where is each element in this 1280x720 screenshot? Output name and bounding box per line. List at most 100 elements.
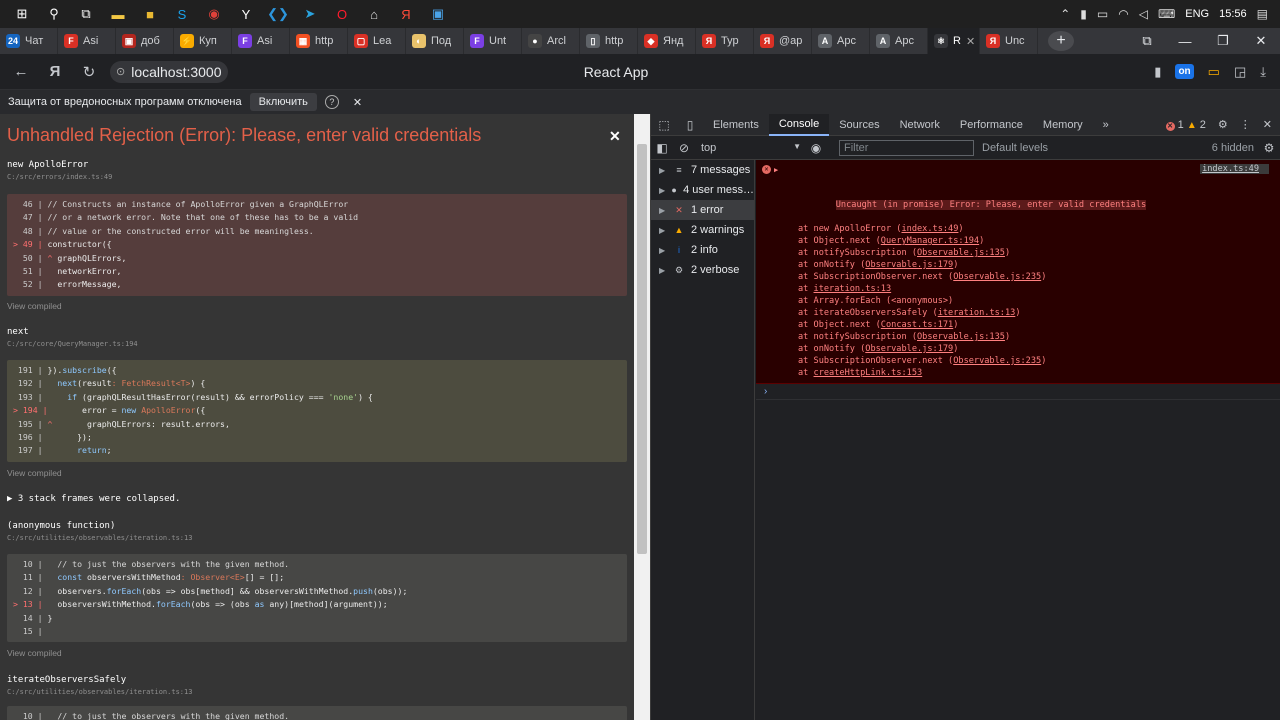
expand-arrow-icon[interactable]: ▶ <box>659 186 665 195</box>
stack-source-link[interactable]: Observable.js:179 <box>865 260 953 270</box>
expand-triangle-icon[interactable]: ▶ <box>774 164 778 176</box>
battery-icon[interactable]: ▭ <box>1097 7 1108 21</box>
expand-arrow-icon[interactable]: ▶ <box>659 246 667 255</box>
yandex-home-icon[interactable]: Я <box>42 59 68 85</box>
windows-start-icon[interactable]: ⊞ <box>12 4 32 24</box>
close-notification-icon[interactable]: ✕ <box>353 96 362 109</box>
help-icon[interactable]: ? <box>324 95 339 109</box>
console-sidebar-item[interactable]: ▶ i 2 info <box>651 240 754 260</box>
tab-elements[interactable]: Elements <box>703 114 769 136</box>
vscode-icon[interactable]: ❮❯ <box>267 4 289 24</box>
clock[interactable]: 15:56 <box>1219 8 1247 20</box>
browser-tab[interactable]: A Apc <box>812 28 870 54</box>
frame-file-path[interactable]: C:/src/utilities/observables/iteration.t… <box>7 688 627 696</box>
browser-tab[interactable]: 24 Чат <box>0 28 58 54</box>
stack-source-link[interactable]: Observable.js:235 <box>953 272 1041 282</box>
log-levels-dropdown[interactable]: Default levels <box>982 142 1048 154</box>
chevron-up-icon[interactable]: ⌃ <box>1060 7 1070 21</box>
site-info-icon[interactable]: ⊙ <box>116 65 125 78</box>
tab-console[interactable]: Console <box>768 113 830 136</box>
expand-arrow-icon[interactable]: ▶ <box>659 226 667 235</box>
overlay-scrollbar[interactable] <box>634 114 650 720</box>
close-devtools-icon[interactable]: ✕ <box>1263 118 1272 131</box>
browser-tab[interactable]: F Asi <box>232 28 290 54</box>
language-indicator[interactable]: ENG <box>1185 8 1209 20</box>
view-compiled-link[interactable]: View compiled <box>7 648 62 658</box>
device-toolbar-icon[interactable]: ▯ <box>677 118 703 132</box>
sticky-notes-icon[interactable]: ■ <box>140 4 160 24</box>
browser-tab[interactable]: F Unt <box>464 28 522 54</box>
browser-tab[interactable]: ◐ Под <box>406 28 464 54</box>
frame-file-path[interactable]: C:/src/errors/index.ts:49 <box>7 173 627 181</box>
console-settings-icon[interactable]: ⚙ <box>1258 141 1280 155</box>
browser-tab[interactable]: Я @ар <box>754 28 812 54</box>
frame-file-path[interactable]: C:/src/core/QueryManager.ts:194 <box>7 340 627 348</box>
skype-icon[interactable]: S <box>172 4 192 24</box>
filter-input[interactable] <box>839 139 974 156</box>
close-overlay-icon[interactable]: ✕ <box>609 128 621 145</box>
stack-source-link[interactable]: Observable.js:235 <box>953 356 1041 366</box>
clear-console-icon[interactable]: ⊘ <box>673 141 695 155</box>
microphone-icon[interactable]: ▮ <box>1080 7 1087 21</box>
battery-saver-icon[interactable]: ▭ <box>1208 64 1220 80</box>
search-icon[interactable]: ⚲ <box>44 4 64 24</box>
context-selector[interactable]: top ▼ <box>695 142 805 154</box>
yandex-browser-icon[interactable]: Y <box>236 4 256 24</box>
browser-tab[interactable]: Я Тур <box>696 28 754 54</box>
telegram-icon[interactable]: ➤ <box>300 4 320 24</box>
stack-source-link[interactable]: Observable.js:135 <box>917 248 1005 258</box>
chrome-icon[interactable]: ◉ <box>204 4 224 24</box>
enable-protection-button[interactable]: Включить <box>249 93 317 111</box>
console-sidebar-item[interactable]: ▶ ● 4 user mess… <box>651 180 754 200</box>
stack-source-link[interactable]: Concast.ts:171 <box>881 320 953 330</box>
tab-performance[interactable]: Performance <box>950 114 1033 136</box>
file-explorer-icon[interactable]: ▬ <box>108 4 128 24</box>
console-prompt[interactable]: › <box>756 384 1280 400</box>
opera-icon[interactable]: O <box>332 4 352 24</box>
back-button[interactable]: ← <box>8 59 34 85</box>
notifications-icon[interactable]: ▤ <box>1257 7 1268 21</box>
close-window-button[interactable]: ✕ <box>1242 28 1280 54</box>
console-sidebar-item[interactable]: ▶ ✕ 1 error <box>651 200 754 220</box>
sidebar-toggle-icon[interactable]: ◧ <box>651 141 673 155</box>
browser-tab[interactable]: A Apc <box>870 28 928 54</box>
stack-source-link[interactable]: index.ts:49 <box>901 224 958 234</box>
settings-gear-icon[interactable]: ⚙ <box>1218 118 1228 131</box>
collections-icon[interactable]: ◲ <box>1234 64 1246 80</box>
frame-file-path[interactable]: C:/src/utilities/observables/iteration.t… <box>7 534 627 542</box>
browser-tab[interactable]: ▯ http <box>580 28 638 54</box>
minimize-button[interactable]: — <box>1166 28 1204 54</box>
tab-search-icon[interactable]: ⧉ <box>1128 28 1166 54</box>
browser-tab[interactable]: ● Arcl <box>522 28 580 54</box>
issues-counter[interactable]: ✕ 1 ▲ 2 <box>1165 119 1206 131</box>
extension-on-icon[interactable]: on <box>1175 64 1194 79</box>
tab-network[interactable]: Network <box>890 114 950 136</box>
stack-source-link[interactable]: iteration.ts:13 <box>938 308 1016 318</box>
stack-source-link[interactable]: QueryManager.ts:194 <box>881 236 979 246</box>
tab-memory[interactable]: Memory <box>1033 114 1093 136</box>
new-tab-button[interactable]: + <box>1048 31 1074 51</box>
expand-arrow-icon[interactable]: ▶ <box>659 266 667 275</box>
live-expression-eye-icon[interactable]: ◉ <box>805 141 827 155</box>
close-tab-icon[interactable]: ✕ <box>966 35 975 48</box>
volume-icon[interactable]: ◁ <box>1139 7 1148 21</box>
console-sidebar-item[interactable]: ▶ ≡ 7 messages <box>651 160 754 180</box>
task-view-icon[interactable]: ⧉ <box>76 4 96 24</box>
bookmark-icon[interactable]: ▮ <box>1154 64 1161 80</box>
stack-source-link[interactable]: Observable.js:135 <box>917 332 1005 342</box>
console-sidebar-item[interactable]: ▶ ▲ 2 warnings <box>651 220 754 240</box>
wifi-icon[interactable]: ◠ <box>1118 7 1128 21</box>
browser-tab[interactable]: ▢ Lea <box>348 28 406 54</box>
tab-sources[interactable]: Sources <box>829 114 889 136</box>
reload-button[interactable]: ↻ <box>76 59 102 85</box>
browser-tab[interactable]: F Asi <box>58 28 116 54</box>
view-compiled-link[interactable]: View compiled <box>7 468 62 478</box>
collapsed-frames-toggle[interactable]: ▶ 3 stack frames were collapsed. <box>7 494 180 504</box>
more-tabs-button[interactable]: » <box>1093 114 1119 136</box>
expand-arrow-icon[interactable]: ▶ <box>659 206 667 215</box>
stack-source-link[interactable]: createHttpLink.ts:153 <box>814 368 923 378</box>
browser-tab[interactable]: ⚛ R ✕ <box>928 28 980 54</box>
browser-tab[interactable]: ▦ http <box>290 28 348 54</box>
keyboard-icon[interactable]: ⌨ <box>1158 7 1175 21</box>
scrollbar-thumb[interactable] <box>637 144 647 554</box>
